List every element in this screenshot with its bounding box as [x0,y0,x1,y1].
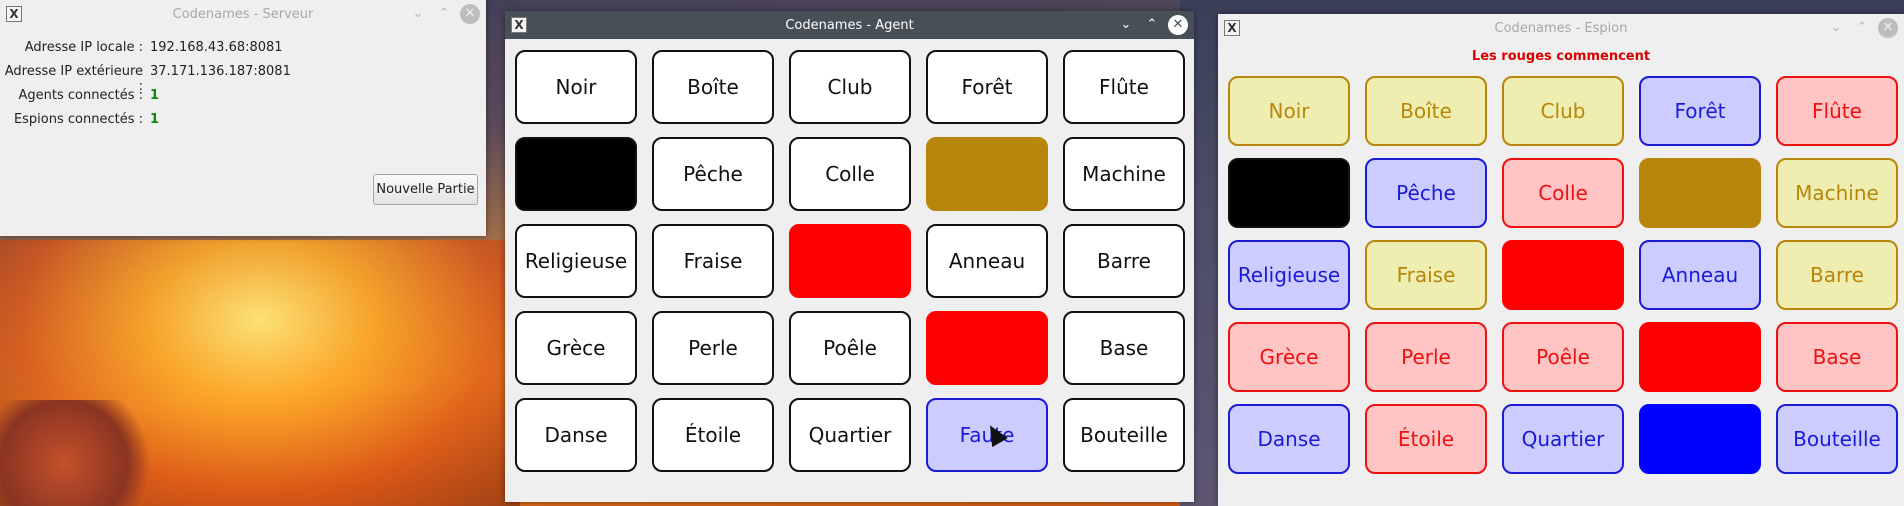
spy-card[interactable]: Noir [1228,76,1350,146]
agent-card-grid: Noir Boîte Club Forêt Flûte Pêche Colle Machine… [515,50,1185,472]
spy-card[interactable]: Flûte [1776,76,1898,146]
spy-card[interactable]: Bouteille [1776,404,1898,474]
agent-card[interactable] [926,311,1048,385]
agent-card[interactable]: Anneau [926,224,1048,298]
agent-window-title: Codenames - Agent [785,17,914,33]
agent-card[interactable]: Club [789,50,911,124]
spy-card[interactable]: Grèce [1228,322,1350,392]
spy-card[interactable]: Religieuse [1228,240,1350,310]
spy-card[interactable]: Boîte [1365,76,1487,146]
chevron-down-icon[interactable]: ⌄ [408,4,428,24]
spy-card[interactable]: Anneau [1639,240,1761,310]
agent-card[interactable]: Base [1063,311,1185,385]
spy-card[interactable]: Pêche [1365,158,1487,228]
agent-card[interactable]: Boîte [652,50,774,124]
x-app-icon: X [511,17,527,33]
agent-card[interactable] [515,137,637,211]
close-icon[interactable]: ✕ [1168,15,1188,35]
spy-card[interactable]: Forêt [1639,76,1761,146]
agent-card[interactable]: Flûte [1063,50,1185,124]
close-icon[interactable]: ✕ [1878,18,1898,38]
spy-card[interactable] [1502,240,1624,310]
agent-card[interactable]: Quartier [789,398,911,472]
agent-titlebar[interactable]: X Codenames - Agent ⌄ ⌃ ✕ [505,11,1194,39]
server-window: X Codenames - Serveur ⌄ ⌃ ✕ Adresse IP l… [0,0,486,236]
spy-card[interactable]: Perle [1365,322,1487,392]
server-info-label: Adresse IP locale : [24,40,143,55]
x-app-icon: X [1224,20,1240,36]
spy-window: X Codenames - Espion ⌄ ⌃ ✕ Les rouges co… [1218,14,1904,506]
close-icon[interactable]: ✕ [460,4,480,24]
agent-card[interactable]: Machine [1063,137,1185,211]
chevron-up-icon[interactable]: ⌃ [434,4,454,24]
server-info-label: Espions connectés : [13,112,143,127]
spy-card[interactable]: Quartier [1502,404,1624,474]
agent-card[interactable]: Religieuse [515,224,637,298]
spy-card-grid: Noir Boîte Club Forêt Flûte Pêche Colle Machine… [1228,76,1898,474]
server-info-label: Agents connectés : [18,88,144,103]
spy-card[interactable] [1639,404,1761,474]
agent-card[interactable] [926,137,1048,211]
chevron-up-icon[interactable]: ⌃ [1142,15,1162,35]
server-info-value: 1 [150,112,160,127]
spy-card[interactable]: Club [1502,76,1624,146]
x-app-icon: X [6,6,22,22]
spy-card[interactable] [1639,322,1761,392]
server-info-value: 37.171.136.187:8081 [150,64,291,79]
agent-window: X Codenames - Agent ⌄ ⌃ ✕ Noir Boîte Club F… [505,11,1194,502]
spy-card[interactable]: Danse [1228,404,1350,474]
agent-card[interactable]: Grèce [515,311,637,385]
spy-card[interactable]: Colle [1502,158,1624,228]
starting-team-notice: Les rouges commencent [1471,49,1651,64]
agent-card[interactable]: Poêle [789,311,911,385]
agent-card[interactable]: Noir [515,50,637,124]
agent-card[interactable]: Étoile [652,398,774,472]
new-game-button[interactable]: Nouvelle Partie [373,174,478,205]
spy-card[interactable]: Étoile [1365,404,1487,474]
agent-card[interactable]: Forêt [926,50,1048,124]
agent-card[interactable]: Fraise [652,224,774,298]
spy-card[interactable]: Base [1776,322,1898,392]
spy-card[interactable] [1228,158,1350,228]
chevron-up-icon[interactable]: ⌃ [1852,18,1872,38]
server-info-value: 1 [150,88,160,103]
spy-card[interactable] [1639,158,1761,228]
agent-card[interactable]: Pêche [652,137,774,211]
spy-titlebar[interactable]: X Codenames - Espion ⌄ ⌃ ✕ [1218,14,1904,42]
agent-card[interactable]: Barre [1063,224,1185,298]
chevron-down-icon[interactable]: ⌄ [1116,15,1136,35]
agent-card[interactable] [789,224,911,298]
server-info-value: 192.168.43.68:8081 [150,40,283,55]
spy-window-title: Codenames - Espion [1494,20,1628,36]
desktop-background-cloud [0,400,160,506]
agent-card[interactable]: Danse [515,398,637,472]
agent-card[interactable]: Perle [652,311,774,385]
server-titlebar[interactable]: X Codenames - Serveur ⌄ ⌃ ✕ [0,0,486,28]
agent-card[interactable]: Bouteille [1063,398,1185,472]
spy-card[interactable]: Barre [1776,240,1898,310]
spy-card[interactable]: Machine [1776,158,1898,228]
spy-card[interactable]: Poêle [1502,322,1624,392]
spy-card[interactable]: Fraise [1365,240,1487,310]
agent-card[interactable]: Colle [789,137,911,211]
chevron-down-icon[interactable]: ⌄ [1826,18,1846,38]
